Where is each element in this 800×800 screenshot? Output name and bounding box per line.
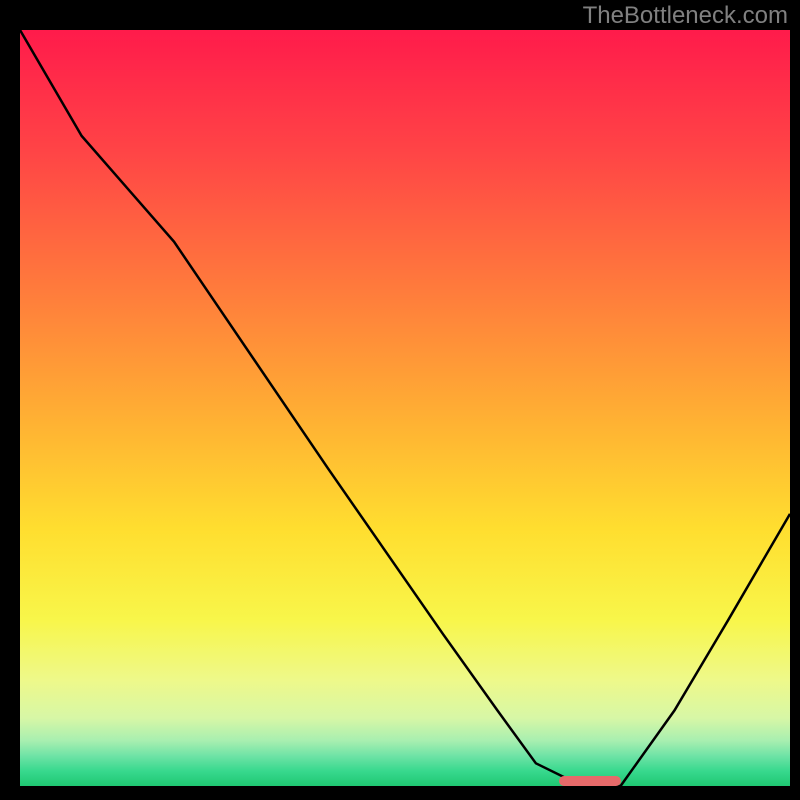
chart-frame: TheBottleneck.com [0,0,800,800]
attribution-text: TheBottleneck.com [583,2,788,30]
optimal-marker [559,776,621,786]
curve-layer [20,30,790,786]
plot-area [20,30,790,786]
bottleneck-curve [20,30,790,786]
